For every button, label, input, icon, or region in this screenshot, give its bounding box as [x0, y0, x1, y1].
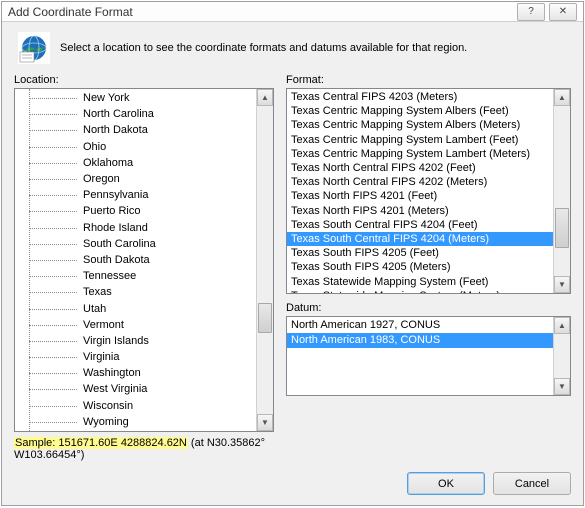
- datum-list: North American 1927, CONUSNorth American…: [287, 317, 553, 395]
- format-item[interactable]: Texas Centric Mapping System Albers (Fee…: [287, 104, 553, 118]
- scroll-track[interactable]: [554, 334, 570, 378]
- format-list: Texas Central FIPS 4203 (Meters)Texas Ce…: [287, 89, 553, 293]
- location-label: Location:: [14, 74, 274, 86]
- location-item[interactable]: Ohio: [15, 139, 256, 155]
- location-item[interactable]: South Carolina: [15, 236, 256, 252]
- format-item[interactable]: Texas North Central FIPS 4202 (Meters): [287, 175, 553, 189]
- add-coordinate-format-dialog: Add Coordinate Format ? ✕ Select a locat…: [1, 1, 584, 506]
- window-title: Add Coordinate Format: [8, 5, 513, 19]
- location-item[interactable]: West Virginia: [15, 381, 256, 397]
- help-icon: ?: [528, 6, 534, 17]
- chevron-down-icon: ▼: [558, 382, 566, 391]
- location-item[interactable]: Texas: [15, 284, 256, 300]
- format-column: Format: Texas Central FIPS 4203 (Meters)…: [286, 74, 571, 462]
- format-item[interactable]: Texas Statewide Mapping System (Feet): [287, 275, 553, 289]
- help-button[interactable]: ?: [517, 3, 545, 21]
- format-scrollbar[interactable]: ▲ ▼: [553, 89, 570, 293]
- datum-scrollbar[interactable]: ▲ ▼: [553, 317, 570, 395]
- format-item[interactable]: Texas North Central FIPS 4202 (Feet): [287, 161, 553, 175]
- close-icon: ✕: [559, 6, 567, 17]
- location-item[interactable]: North Dakota: [15, 122, 256, 138]
- datum-item[interactable]: North American 1927, CONUS: [287, 318, 553, 333]
- columns: Location: New YorkNorth CarolinaNorth Da…: [14, 74, 571, 462]
- format-item[interactable]: Texas Central FIPS 4203 (Meters): [287, 90, 553, 104]
- datum-listbox[interactable]: North American 1927, CONUSNorth American…: [286, 316, 571, 396]
- format-item[interactable]: Texas Centric Mapping System Albers (Met…: [287, 118, 553, 132]
- ok-button-label: OK: [438, 478, 454, 490]
- location-item[interactable]: Oregon: [15, 171, 256, 187]
- location-tree: New YorkNorth CarolinaNorth DakotaOhioOk…: [15, 89, 256, 431]
- sample-value: 151671.60E 4288824.62N: [58, 437, 186, 449]
- location-column: Location: New YorkNorth CarolinaNorth Da…: [14, 74, 274, 462]
- location-item[interactable]: Oklahoma: [15, 155, 256, 171]
- scroll-thumb[interactable]: [258, 303, 272, 333]
- location-item[interactable]: Virgin Islands: [15, 333, 256, 349]
- scroll-up-button[interactable]: ▲: [554, 89, 570, 106]
- format-item[interactable]: Texas North FIPS 4201 (Meters): [287, 204, 553, 218]
- location-listbox[interactable]: New YorkNorth CarolinaNorth DakotaOhioOk…: [14, 88, 274, 432]
- scroll-thumb[interactable]: [555, 208, 569, 248]
- scroll-track[interactable]: [257, 106, 273, 414]
- location-item[interactable]: New York: [15, 90, 256, 106]
- location-item[interactable]: Washington: [15, 365, 256, 381]
- location-item[interactable]: Puerto Rico: [15, 203, 256, 219]
- intro-row: Select a location to see the coordinate …: [14, 30, 571, 74]
- datum-section: Datum: North American 1927, CONUSNorth A…: [286, 302, 571, 396]
- sample-row: Sample: 151671.60E 4288824.62N (at N30.3…: [14, 436, 274, 462]
- format-item[interactable]: Texas Centric Mapping System Lambert (Fe…: [287, 133, 553, 147]
- format-item[interactable]: Texas South FIPS 4205 (Feet): [287, 246, 553, 260]
- location-item[interactable]: South Dakota: [15, 252, 256, 268]
- location-item[interactable]: Pennsylvania: [15, 187, 256, 203]
- location-item[interactable]: Tennessee: [15, 268, 256, 284]
- scroll-up-button[interactable]: ▲: [554, 317, 570, 334]
- chevron-up-icon: ▲: [558, 321, 566, 330]
- close-button[interactable]: ✕: [549, 3, 577, 21]
- chevron-up-icon: ▲: [558, 93, 566, 102]
- chevron-down-icon: ▼: [261, 418, 269, 427]
- cancel-button-label: Cancel: [515, 478, 549, 490]
- scroll-track[interactable]: [554, 106, 570, 276]
- location-item[interactable]: Virginia: [15, 349, 256, 365]
- location-scrollbar[interactable]: ▲ ▼: [256, 89, 273, 431]
- scroll-down-button[interactable]: ▼: [554, 378, 570, 395]
- format-listbox[interactable]: Texas Central FIPS 4203 (Meters)Texas Ce…: [286, 88, 571, 294]
- format-item[interactable]: Texas Statewide Mapping System (Meters): [287, 289, 553, 293]
- format-item[interactable]: Texas Centric Mapping System Lambert (Me…: [287, 147, 553, 161]
- location-item[interactable]: Rhode Island: [15, 220, 256, 236]
- scroll-down-button[interactable]: ▼: [257, 414, 273, 431]
- datum-item[interactable]: North American 1983, CONUS: [287, 333, 553, 348]
- scroll-down-button[interactable]: ▼: [554, 276, 570, 293]
- footer: OK Cancel: [14, 462, 571, 495]
- format-item[interactable]: Texas South Central FIPS 4204 (Feet): [287, 218, 553, 232]
- intro-text: Select a location to see the coordinate …: [60, 42, 467, 54]
- dialog-body: Select a location to see the coordinate …: [2, 22, 583, 505]
- globe-icon: [18, 32, 50, 64]
- datum-label: Datum:: [286, 302, 571, 314]
- format-item[interactable]: Texas North FIPS 4201 (Feet): [287, 189, 553, 203]
- chevron-down-icon: ▼: [558, 280, 566, 289]
- format-item[interactable]: Texas South FIPS 4205 (Meters): [287, 260, 553, 274]
- location-item[interactable]: Vermont: [15, 317, 256, 333]
- titlebar: Add Coordinate Format ? ✕: [2, 2, 583, 22]
- sample-label: Sample:: [15, 437, 58, 449]
- location-item[interactable]: Wisconsin: [15, 398, 256, 414]
- ok-button[interactable]: OK: [407, 472, 485, 495]
- format-item[interactable]: Texas South Central FIPS 4204 (Meters): [287, 232, 553, 246]
- format-label: Format:: [286, 74, 571, 86]
- location-item[interactable]: North Carolina: [15, 106, 256, 122]
- chevron-up-icon: ▲: [261, 93, 269, 102]
- cancel-button[interactable]: Cancel: [493, 472, 571, 495]
- location-item[interactable]: Utah: [15, 301, 256, 317]
- scroll-up-button[interactable]: ▲: [257, 89, 273, 106]
- location-item[interactable]: Wyoming: [15, 414, 256, 430]
